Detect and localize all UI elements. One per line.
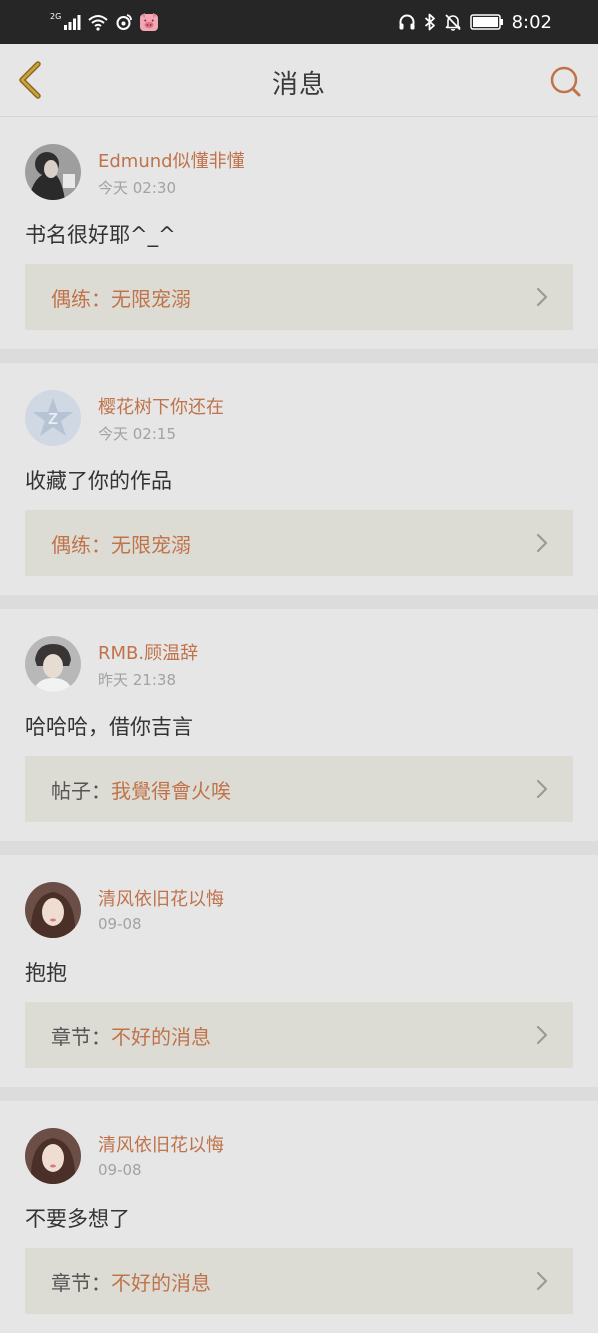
headphones-icon bbox=[399, 14, 415, 30]
username[interactable]: 清风依旧花以悔 bbox=[98, 1131, 224, 1157]
avatar[interactable]: Z bbox=[25, 390, 81, 446]
referenced-chapter-link[interactable]: 章节：不好的消息 bbox=[25, 1002, 573, 1068]
message-time: 昨天 21:38 bbox=[98, 671, 176, 689]
username[interactable]: Edmund似懂非懂 bbox=[98, 147, 245, 173]
message-time: 今天 02:30 bbox=[98, 179, 176, 197]
wifi-icon bbox=[88, 15, 108, 31]
avatar[interactable] bbox=[25, 636, 81, 692]
ref-type: 偶练： bbox=[51, 286, 111, 311]
weibo-icon bbox=[116, 14, 133, 30]
ref-title: 不好的消息 bbox=[111, 1024, 211, 1049]
chevron-right-icon bbox=[536, 533, 548, 553]
ref-type: 帖子： bbox=[51, 778, 111, 803]
chevron-right-icon bbox=[536, 1025, 548, 1045]
message-content: 不要多想了 bbox=[25, 1207, 130, 1231]
chevron-right-icon bbox=[536, 287, 548, 307]
message-content: 书名很好耶^_^ bbox=[25, 223, 176, 247]
message-item: Z 樱花树下你还在 今天 02:15 收藏了你的作品 偶练：无限宠溺 bbox=[0, 363, 598, 595]
message-time: 今天 02:15 bbox=[98, 425, 176, 443]
status-bar: 2G 8:02 bbox=[0, 0, 598, 44]
divider bbox=[0, 595, 598, 609]
referenced-work-link[interactable]: 偶练：无限宠溺 bbox=[25, 264, 573, 330]
chevron-right-icon bbox=[536, 779, 548, 799]
ref-type: 偶练： bbox=[51, 532, 111, 557]
status-time: 8:02 bbox=[511, 11, 552, 33]
ref-type: 章节： bbox=[51, 1024, 111, 1049]
referenced-chapter-label: 章节：不好的消息 bbox=[51, 1021, 211, 1050]
referenced-work-label: 偶练：无限宠溺 bbox=[51, 283, 191, 312]
message-item: 清风依旧花以悔 09-08 抱抱 章节：不好的消息 bbox=[0, 855, 598, 1087]
status-right: 8:02 bbox=[398, 10, 552, 34]
message-item: Edmund似懂非懂 今天 02:30 书名很好耶^_^ 偶练：无限宠溺 bbox=[0, 117, 598, 349]
status-left: 2G bbox=[50, 10, 159, 34]
avatar[interactable] bbox=[25, 882, 81, 938]
username[interactable]: 清风依旧花以悔 bbox=[98, 885, 224, 911]
navigation-bar: 消息 bbox=[0, 44, 598, 117]
avatar[interactable] bbox=[25, 144, 81, 200]
referenced-chapter-link[interactable]: 章节：不好的消息 bbox=[25, 1248, 573, 1314]
message-list: Edmund似懂非懂 今天 02:30 书名很好耶^_^ 偶练：无限宠溺 Z 樱… bbox=[0, 117, 598, 1333]
message-time: 09-08 bbox=[98, 915, 142, 933]
referenced-work-label: 偶练：无限宠溺 bbox=[51, 529, 191, 558]
message-time: 09-08 bbox=[98, 1161, 142, 1179]
ref-title: 不好的消息 bbox=[111, 1270, 211, 1295]
divider bbox=[0, 841, 598, 855]
network-generation-label: 2G bbox=[50, 11, 62, 21]
avatar[interactable] bbox=[25, 1128, 81, 1184]
username[interactable]: RMB.顾温辞 bbox=[98, 639, 198, 665]
referenced-post-link[interactable]: 帖子：我覺得會火唉 bbox=[25, 756, 573, 822]
message-item: 清风依旧花以悔 09-08 不要多想了 章节：不好的消息 bbox=[0, 1101, 598, 1333]
ref-title: 无限宠溺 bbox=[111, 532, 191, 557]
referenced-chapter-label: 章节：不好的消息 bbox=[51, 1267, 211, 1296]
battery-icon bbox=[469, 14, 503, 30]
ref-title: 无限宠溺 bbox=[111, 286, 191, 311]
ref-title: 我覺得會火唉 bbox=[111, 778, 231, 803]
message-content: 收藏了你的作品 bbox=[25, 469, 172, 493]
message-item: RMB.顾温辞 昨天 21:38 哈哈哈，借你吉言 帖子：我覺得會火唉 bbox=[0, 609, 598, 841]
svg-text:Z: Z bbox=[48, 411, 58, 428]
divider bbox=[0, 349, 598, 363]
username[interactable]: 樱花树下你还在 bbox=[98, 393, 224, 419]
ref-type: 章节： bbox=[51, 1270, 111, 1295]
signal-icon bbox=[64, 15, 81, 30]
divider bbox=[0, 1087, 598, 1101]
message-content: 抱抱 bbox=[25, 961, 67, 985]
search-button[interactable] bbox=[548, 64, 582, 98]
referenced-post-label: 帖子：我覺得會火唉 bbox=[51, 775, 231, 804]
chevron-right-icon bbox=[536, 1271, 548, 1291]
page-title: 消息 bbox=[271, 70, 326, 100]
referenced-work-link[interactable]: 偶练：无限宠溺 bbox=[25, 510, 573, 576]
mute-bell-icon bbox=[444, 14, 461, 31]
app-pig-icon bbox=[140, 13, 159, 31]
message-content: 哈哈哈，借你吉言 bbox=[25, 715, 193, 739]
bluetooth-icon bbox=[424, 13, 435, 31]
